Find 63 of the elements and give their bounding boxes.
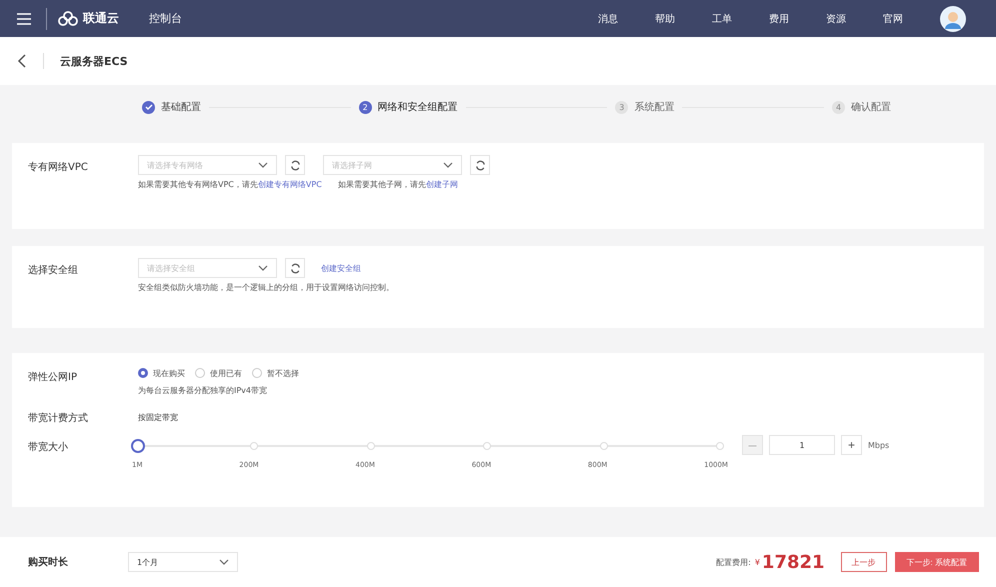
field-label: 弹性公网IP bbox=[28, 370, 78, 384]
nav-link[interactable]: 消息 bbox=[598, 12, 618, 26]
field-label: 带宽大小 bbox=[28, 440, 69, 454]
refresh-button[interactable] bbox=[285, 258, 305, 278]
console-link[interactable]: 控制台 bbox=[149, 11, 182, 26]
vpc-hint: 如果需要其他专有网络VPC，请先创建专有网络VPC bbox=[138, 179, 322, 190]
tick-mark-icon bbox=[250, 442, 258, 450]
step-label: 系统配置 bbox=[634, 100, 674, 114]
billing-value: 按固定带宽 bbox=[138, 412, 178, 423]
field-label: 选择安全组 bbox=[28, 264, 79, 278]
radio-option[interactable]: 暂不选择 bbox=[252, 365, 299, 381]
nav-link[interactable]: 帮助 bbox=[655, 12, 675, 26]
create-subnet-link[interactable]: 创建子网 bbox=[426, 180, 458, 189]
cost-value: 17821 bbox=[762, 552, 825, 572]
tick-mark-icon bbox=[483, 442, 492, 450]
cloud-logo-icon bbox=[57, 10, 79, 26]
brand-name: 联通云 bbox=[83, 10, 119, 27]
tick-mark-icon bbox=[366, 442, 375, 450]
nav-link[interactable]: 官网 bbox=[883, 12, 903, 26]
create-security-group-link[interactable]: 创建安全组 bbox=[321, 262, 361, 274]
step-label: 基础配置 bbox=[161, 100, 201, 114]
create-vpc-link[interactable]: 创建专有网络VPC bbox=[258, 180, 322, 189]
tick-mark-icon bbox=[716, 442, 724, 450]
chevron-down-icon bbox=[258, 265, 268, 271]
chevron-down-icon bbox=[443, 162, 453, 168]
security-group-hint: 安全组类似防火墙功能，是一个逻辑上的分组，用于设置网络访问控制。 bbox=[138, 282, 394, 293]
step-label: 确认配置 bbox=[851, 100, 892, 114]
back-icon[interactable] bbox=[17, 54, 27, 68]
tick-mark-icon bbox=[600, 442, 608, 450]
subnet-hint: 如果需要其他子网，请先创建子网 bbox=[338, 179, 458, 190]
radio-option[interactable]: 现在购买 bbox=[138, 365, 185, 381]
bandwidth-input[interactable]: 1 bbox=[769, 435, 835, 455]
unit-label: Mbps bbox=[868, 440, 890, 450]
refresh-icon bbox=[290, 160, 300, 170]
menu-icon[interactable] bbox=[16, 12, 32, 26]
chevron-down-icon bbox=[258, 162, 268, 168]
increment-button[interactable]: + bbox=[841, 435, 862, 455]
next-button[interactable]: 下一步: 系统配置 bbox=[894, 552, 979, 572]
cost-label: 配置费用: bbox=[716, 556, 751, 568]
chevron-down-icon bbox=[219, 559, 229, 565]
refresh-icon bbox=[474, 160, 486, 170]
field-label: 带宽计费方式 bbox=[28, 412, 89, 425]
step-number: 4 bbox=[832, 100, 846, 114]
currency-symbol: ¥ bbox=[754, 558, 760, 566]
step-label: 网络和安全组配置 bbox=[378, 100, 458, 114]
step-number: 3 bbox=[615, 100, 628, 114]
nav-link[interactable]: 工单 bbox=[712, 12, 732, 26]
nav-link[interactable]: 费用 bbox=[769, 12, 789, 26]
radio-option[interactable]: 使用已有 bbox=[195, 365, 242, 381]
refresh-icon bbox=[290, 262, 300, 274]
duration-select[interactable]: 1个月 bbox=[128, 552, 238, 572]
decrement-button[interactable]: — bbox=[742, 435, 763, 455]
slider-thumb[interactable] bbox=[131, 439, 145, 453]
step-number: 2 bbox=[358, 100, 372, 114]
field-label: 专有网络VPC bbox=[28, 160, 89, 175]
refresh-button[interactable] bbox=[285, 155, 305, 175]
nav-link[interactable]: 资源 bbox=[826, 12, 846, 26]
duration-label: 购买时长 bbox=[28, 556, 69, 569]
refresh-button[interactable] bbox=[470, 155, 490, 175]
public-ip-hint: 为每台云服务器分配独享的IPv4带宽 bbox=[138, 385, 268, 396]
avatar-icon[interactable] bbox=[940, 6, 966, 32]
page-title: 云服务器ECS bbox=[60, 54, 128, 68]
previous-button[interactable]: 上一步 bbox=[840, 552, 887, 572]
